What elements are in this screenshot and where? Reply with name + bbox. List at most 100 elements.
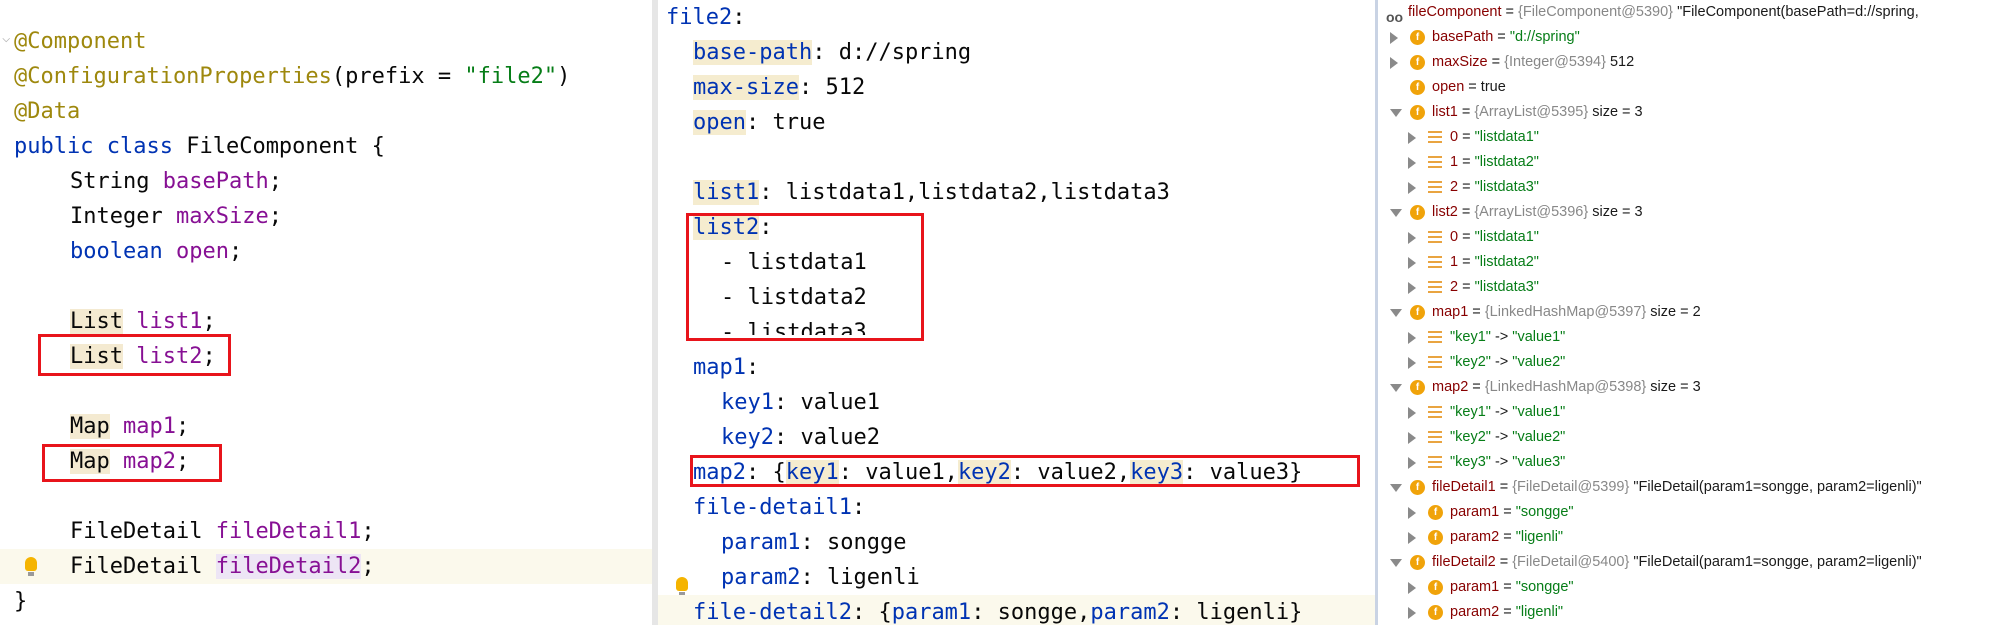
code-line-current[interactable]: file-detail2: {param1: songge,param2: li… xyxy=(658,595,1375,625)
code-line[interactable]: key1: value1 xyxy=(721,385,1375,420)
variable-name: open xyxy=(1432,79,1465,95)
code-line[interactable]: @Data xyxy=(14,94,652,129)
field-type: Map xyxy=(70,414,110,439)
list-entry-icon xyxy=(1428,281,1442,294)
expanded-arrow-icon[interactable] xyxy=(1390,109,1402,117)
java-editor-pane[interactable]: ⌵ @Component @ConfigurationProperties(pr… xyxy=(0,0,652,625)
collapsed-arrow-icon[interactable] xyxy=(1408,332,1416,344)
code-line[interactable]: param2: ligenli xyxy=(721,560,1375,595)
code-line[interactable]: key2: value2 xyxy=(721,420,1375,455)
collapsed-arrow-icon[interactable] xyxy=(1390,32,1398,44)
collapsed-arrow-icon[interactable] xyxy=(1408,507,1416,519)
code-line[interactable]: map1: xyxy=(693,350,1375,385)
yaml-editor-pane[interactable]: file2: base-path: d://spring max-size: 5… xyxy=(658,0,1375,625)
field-declaration-current-line[interactable]: FileDetail fileDetail2; xyxy=(0,549,652,584)
list-entry-icon xyxy=(1428,431,1442,444)
expanded-arrow-icon[interactable] xyxy=(1390,209,1402,217)
variable-text: 0 = "listdata1" xyxy=(1450,225,1539,250)
yaml-key: file-detail2 xyxy=(693,600,852,625)
map-arrow: -> xyxy=(1490,454,1513,470)
code-line[interactable]: file-detail1: xyxy=(693,490,1375,525)
code-line[interactable]: param1: songge xyxy=(721,525,1375,560)
yaml-key: file-detail1 xyxy=(693,495,852,520)
collapsed-arrow-icon[interactable] xyxy=(1390,57,1398,69)
expanded-arrow-icon[interactable] xyxy=(1390,559,1402,567)
collapsed-arrow-icon[interactable] xyxy=(1408,407,1416,419)
equals-sign: = xyxy=(1458,154,1475,170)
code-line[interactable]: open: true xyxy=(693,105,1375,140)
field-declaration[interactable]: boolean open; xyxy=(70,234,652,269)
code-line[interactable]: file2: xyxy=(666,0,1375,35)
collapsed-arrow-icon[interactable] xyxy=(1408,457,1416,469)
variable-value: "d://spring" xyxy=(1509,29,1580,45)
code-line[interactable]: list1: listdata1,listdata2,listdata3 xyxy=(693,175,1375,210)
collapsed-arrow-icon[interactable] xyxy=(1408,432,1416,444)
annotation: @Component xyxy=(14,29,147,54)
variable-text: basePath = "d://spring" xyxy=(1432,25,1580,50)
variable-name: param2 xyxy=(1450,604,1500,620)
variable-value: true xyxy=(1480,79,1506,95)
code-line[interactable]: public class FileComponent { xyxy=(14,129,652,164)
collapsed-arrow-icon[interactable] xyxy=(1408,582,1416,594)
variable-index: 1 xyxy=(1450,254,1459,270)
collapsed-arrow-icon[interactable] xyxy=(1408,357,1416,369)
variable-text: "key1" -> "value1" xyxy=(1450,400,1565,425)
list-entry-icon xyxy=(1428,456,1442,469)
map-value: "value1" xyxy=(1512,329,1566,345)
variable-text: 1 = "listdata2" xyxy=(1450,250,1539,275)
map-arrow: -> xyxy=(1490,404,1513,420)
field-type: String xyxy=(70,169,150,194)
list-entry-icon xyxy=(1428,156,1442,169)
expanded-arrow-icon[interactable] xyxy=(1390,484,1402,492)
code-line[interactable]: max-size: 512 xyxy=(693,70,1375,105)
code-line[interactable]: @Component xyxy=(14,24,652,59)
expanded-arrow-icon[interactable] xyxy=(1390,384,1402,392)
code-token: : xyxy=(798,75,813,100)
intention-bulb-icon[interactable] xyxy=(25,557,37,576)
map-key: "key2" xyxy=(1450,354,1491,370)
collapsed-arrow-icon[interactable] xyxy=(1408,132,1416,144)
collapsed-arrow-icon[interactable] xyxy=(1408,182,1416,194)
collapsed-arrow-icon[interactable] xyxy=(1408,282,1416,294)
field-declaration[interactable]: Integer maxSize; xyxy=(70,199,652,234)
field-icon: f xyxy=(1410,305,1425,320)
field-icon: f xyxy=(1410,555,1425,570)
variable-tostring: "FileComponent(basePath=d://spring, xyxy=(1677,4,1919,20)
equals-sign: = xyxy=(1468,379,1485,395)
code-line[interactable]: } xyxy=(14,584,652,619)
code-line[interactable]: @ConfigurationProperties(prefix = "file2… xyxy=(14,59,652,94)
equals-sign: = xyxy=(1458,179,1475,195)
variable-text: param2 = "ligenli" xyxy=(1450,525,1563,550)
yaml-value: ligenli} xyxy=(1183,600,1303,625)
code-token: ( xyxy=(331,64,346,89)
yaml-value: value1 xyxy=(787,390,880,415)
debugger-variables-pane[interactable]: oo fileComponent = {FileComponent@5390} … xyxy=(1378,0,2004,625)
variable-object-id: {ArrayList@5396} xyxy=(1474,204,1589,220)
code-token: : xyxy=(800,565,814,590)
expanded-arrow-icon[interactable] xyxy=(1390,309,1402,317)
intention-bulb-icon[interactable] xyxy=(676,577,688,596)
variable-index: 2 xyxy=(1450,279,1459,295)
variable-root-row[interactable]: oo fileComponent = {FileComponent@5390} … xyxy=(1386,0,1919,25)
variable-text: 0 = "listdata1" xyxy=(1450,125,1539,150)
collapsed-arrow-icon[interactable] xyxy=(1408,232,1416,244)
variable-object-id: {FileComponent@5390} xyxy=(1518,4,1674,20)
code-token: : xyxy=(800,530,814,555)
yaml-key: key1 xyxy=(721,390,774,415)
fold-marker-icon[interactable]: ⌵ xyxy=(2,30,10,46)
field-icon: f xyxy=(1410,80,1425,95)
code-token: : xyxy=(1169,600,1184,625)
field-declaration[interactable]: String basePath; xyxy=(70,164,652,199)
field-declaration[interactable]: Map map1; xyxy=(70,409,652,444)
code-line[interactable]: base-path: d://spring xyxy=(693,35,1375,70)
variable-value: "songge" xyxy=(1515,579,1574,595)
code-token: : xyxy=(745,355,760,380)
code-token: : xyxy=(732,5,746,30)
collapsed-arrow-icon[interactable] xyxy=(1408,257,1416,269)
yaml-value: listdata1,listdata2,listdata3 xyxy=(772,180,1170,205)
variable-extra: size = 2 xyxy=(1646,304,1701,320)
collapsed-arrow-icon[interactable] xyxy=(1408,532,1416,544)
collapsed-arrow-icon[interactable] xyxy=(1408,607,1416,619)
collapsed-arrow-icon[interactable] xyxy=(1408,157,1416,169)
field-declaration[interactable]: FileDetail fileDetail1; xyxy=(70,514,652,549)
